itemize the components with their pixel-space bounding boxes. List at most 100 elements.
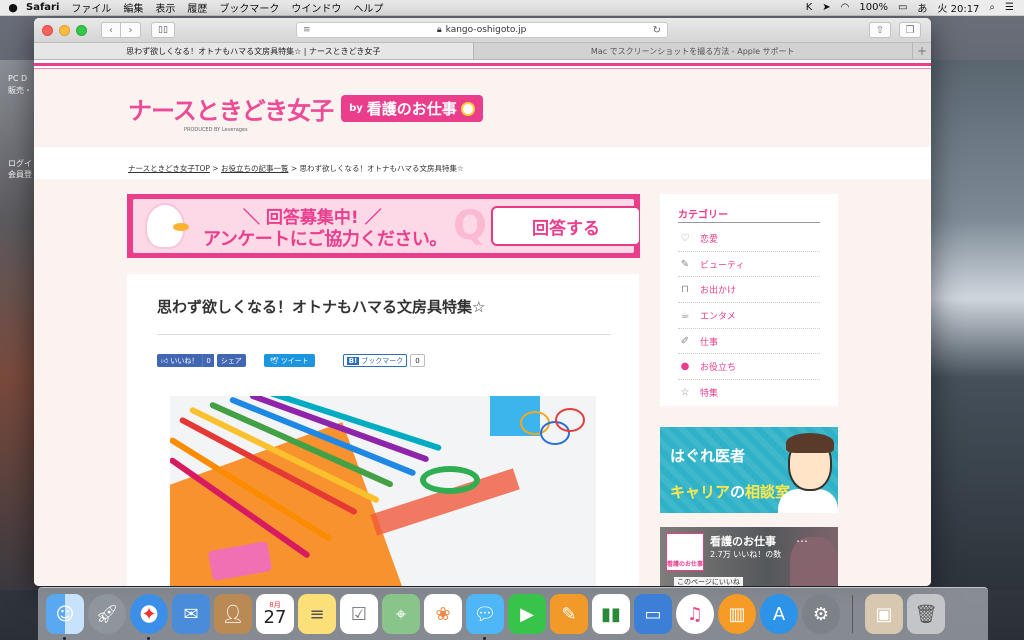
menu-window[interactable]: ウインドウ — [291, 0, 341, 15]
messages-icon[interactable]: 💬︎ — [466, 594, 504, 640]
tweet-button[interactable]: 🕊︎ ツイート — [263, 354, 315, 367]
tab-bar: 思わず欲しくなる！オトナもハマる文房具特集☆ | ナースときどき女子 Mac で… — [34, 42, 931, 60]
maps-icon[interactable]: ⌖ — [382, 594, 420, 634]
desktop-icon-label[interactable]: 会員登 — [8, 169, 32, 180]
survey-banner[interactable]: Q ＼ 回答募集中! ／ アンケートにご協力ください。 回答する — [127, 194, 640, 258]
wifi-icon[interactable]: ◠ — [841, 2, 850, 13]
desktop-icon-label[interactable]: ログイ — [8, 158, 32, 169]
site-logo[interactable]: ナースときどき女子 by 看護のお仕事 — [128, 91, 483, 126]
clock[interactable]: 火 20:17 — [937, 0, 979, 15]
breadcrumb-category[interactable]: お役立ちの記事一覧 — [221, 164, 289, 173]
category-list: ♡ 恋愛 ✎ ビューティ ⊓ お出かけ ☕︎ エンタメ ✐ 仕事 ● お役立ち ☆ 特集 — [678, 226, 820, 406]
menu-bookmarks[interactable]: ブックマーク — [219, 0, 279, 15]
star-icon: ☆ — [680, 387, 690, 399]
category-item-useful[interactable]: ● お役立ち — [678, 354, 820, 381]
system-preferences-icon[interactable]: ⚙ — [802, 594, 840, 634]
widget-page-name[interactable]: 看護のお仕事 — [710, 533, 776, 549]
forward-button[interactable]: › — [121, 22, 141, 38]
title-divider — [157, 334, 611, 335]
category-item-work[interactable]: ✐ 仕事 — [678, 329, 820, 355]
pelican-beak — [173, 223, 189, 231]
reader-icon[interactable]: ≡ — [303, 25, 311, 35]
input-method[interactable]: あ — [917, 0, 927, 15]
doctor-coat — [778, 489, 838, 513]
arrow-menu-icon[interactable]: ➤ — [822, 2, 830, 13]
widget-like-page[interactable]: このページにいいね — [674, 577, 743, 586]
trash-icon[interactable]: 🗑︎ — [907, 594, 945, 634]
k-menu-icon[interactable]: K — [806, 2, 813, 13]
widget-more-icon[interactable]: … — [796, 531, 808, 545]
finder-icon[interactable]: ☺ — [46, 594, 84, 640]
menu-edit[interactable]: 編集 — [123, 0, 143, 15]
category-label: 恋愛 — [700, 234, 719, 245]
widget-likes: 2.7万 いいね！の数 — [710, 550, 782, 559]
image-rubber-band — [555, 408, 585, 432]
preview-thumbnail-icon[interactable]: ▣ — [865, 594, 903, 634]
widget-logo[interactable]: 看護のお仕事 — [666, 533, 704, 571]
menu-file[interactable]: ファイル — [71, 0, 111, 15]
keynote-icon[interactable]: ▭ — [634, 594, 672, 634]
close-button[interactable] — [42, 24, 53, 36]
notes-icon[interactable]: ≡ — [298, 594, 336, 634]
desktop-icon-label[interactable]: PC D — [8, 74, 27, 83]
minimize-button[interactable] — [59, 24, 70, 36]
category-item-feature[interactable]: ☆ 特集 — [678, 380, 820, 406]
category-label: 特集 — [700, 389, 719, 400]
category-item-outing[interactable]: ⊓ お出かけ — [678, 277, 820, 304]
facetime-icon[interactable]: ▶ — [508, 594, 546, 634]
search-icon[interactable]: ⌕ — [989, 2, 995, 13]
category-item-entertainment[interactable]: ☕︎ エンタメ — [678, 303, 820, 329]
desktop-icon-label[interactable]: 販売・ — [8, 85, 32, 96]
reload-icon[interactable]: ↻ — [653, 25, 661, 36]
new-tab-button[interactable]: + — [913, 43, 931, 59]
mail-icon[interactable]: ✉ — [172, 594, 210, 634]
photos-icon[interactable]: ❀ — [424, 594, 462, 634]
tab-title: Mac でスクリーンショットを撮る方法 - Apple サポート — [590, 46, 795, 56]
safari-icon[interactable]: ✦ — [130, 594, 168, 640]
category-item-love[interactable]: ♡ 恋愛 — [678, 226, 820, 252]
pages-icon[interactable]: ✎ — [550, 594, 588, 634]
menu-history[interactable]: 履歴 — [187, 0, 207, 15]
apple-icon[interactable]: ● — [0, 1, 26, 14]
launchpad-icon[interactable]: 🚀︎ — [88, 594, 126, 634]
menu-app-name[interactable]: Safari — [26, 2, 59, 13]
ibooks-icon[interactable]: ▥ — [718, 594, 756, 634]
tab-apple-support[interactable]: Mac でスクリーンショットを撮る方法 - Apple サポート — [474, 43, 913, 59]
lock-icon: 🔒︎ — [436, 25, 442, 35]
battery-icon[interactable]: ▭ — [898, 2, 907, 13]
app-store-icon[interactable]: A — [760, 594, 798, 634]
itunes-icon[interactable]: ♫ — [676, 594, 714, 634]
menu-help[interactable]: ヘルプ — [353, 0, 383, 15]
banner-q-mark: Q — [453, 203, 488, 249]
twitter-bird-icon: 🕊︎ — [269, 356, 279, 365]
battery-percent[interactable]: 100% — [859, 2, 888, 13]
tweet-label: ツイート — [280, 356, 309, 365]
sidebar-button[interactable]: ▯▯ — [151, 22, 175, 38]
hatena-bookmark-button[interactable]: B! ブックマーク — [342, 354, 408, 367]
facebook-like-button[interactable]: 👍︎ いいね！ — [157, 354, 203, 367]
facebook-share-button[interactable]: シェア — [216, 354, 246, 367]
breadcrumb-home[interactable]: ナースときどき女子TOP — [128, 164, 210, 173]
contacts-icon[interactable]: 👤︎ — [214, 594, 252, 634]
facebook-page-widget[interactable]: 看護のお仕事 看護のお仕事 2.7万 いいね！の数 … このページにいいね — [660, 527, 838, 586]
share-button[interactable]: ⇧ — [869, 22, 891, 38]
category-item-beauty[interactable]: ✎ ビューティ — [678, 252, 820, 278]
notification-center-icon[interactable]: ☰ — [1005, 2, 1014, 13]
address-bar[interactable]: ≡ 🔒︎ kango-oshigoto.jp ↻ — [296, 22, 668, 38]
answer-button[interactable]: 回答する — [491, 206, 640, 246]
back-button[interactable]: ‹ — [101, 22, 121, 38]
safari-window: ‹ › ▯▯ ≡ 🔒︎ kango-oshigoto.jp ↻ ⇧ ❐ 思わず欲… — [34, 18, 931, 586]
social-buttons: 👍︎ いいね！ 0 シェア 🕊︎ ツイート B! ブックマーク 0 — [157, 354, 425, 367]
work-icon: ✐ — [680, 335, 690, 347]
tabs-overview-button[interactable]: ❐ — [899, 22, 921, 38]
zoom-button[interactable] — [76, 24, 87, 36]
doctor-career-ad[interactable]: はぐれ医者 キャリアの相談室 — [660, 427, 838, 513]
category-divider — [678, 222, 820, 223]
reminders-icon[interactable]: ☑ — [340, 594, 378, 634]
numbers-icon[interactable]: ▮▮ — [592, 594, 630, 634]
logo-by: by — [349, 103, 363, 114]
menu-view[interactable]: 表示 — [155, 0, 175, 15]
tab-article[interactable]: 思わず欲しくなる！オトナもハマる文房具特集☆ | ナースときどき女子 — [34, 43, 474, 59]
breadcrumb-sep: > — [288, 164, 300, 173]
calendar-icon[interactable]: 8月 27 — [256, 594, 294, 634]
